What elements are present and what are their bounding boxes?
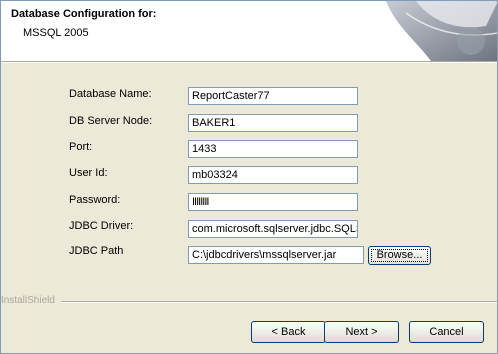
user-id-field[interactable]: mb03324 [188,166,358,184]
jdbc-path-label: JDBC Path [69,245,124,257]
dialog-window: Database Configuration for: MSSQL 2005 D… [0,0,498,354]
db-server-node-label: DB Server Node: [69,115,153,127]
password-label: Password: [69,194,121,206]
jdbc-path-field[interactable]: C:\jdbcdrivers\mssqlserver.jar [188,246,364,264]
footer-divider-highlight [61,302,497,303]
back-button[interactable]: < Back [251,321,326,343]
header-panel: Database Configuration for: MSSQL 2005 [1,1,497,61]
browse-button[interactable]: Browse... [368,246,431,265]
user-id-label: User Id: [69,167,108,179]
page-title: Database Configuration for: [11,8,157,20]
port-label: Port: [69,141,93,153]
header-divider-highlight [1,62,497,63]
port-field[interactable]: 1433 [188,140,358,158]
jdbc-driver-label: JDBC Driver: [69,220,134,232]
installshield-brand: InstallShield [1,295,55,306]
password-field[interactable]: IIIIIIII [188,193,358,211]
database-name-label: Database Name: [69,88,152,100]
jdbc-driver-field[interactable]: com.microsoft.sqlserver.jdbc.SQLS [188,220,358,238]
header-logo-icon [386,1,497,61]
db-server-node-field[interactable]: BAKER1 [188,114,358,132]
page-subtitle: MSSQL 2005 [23,27,89,39]
cancel-button[interactable]: Cancel [409,321,484,343]
database-name-field[interactable]: ReportCaster77 [188,87,358,105]
next-button[interactable]: Next > [324,321,399,343]
